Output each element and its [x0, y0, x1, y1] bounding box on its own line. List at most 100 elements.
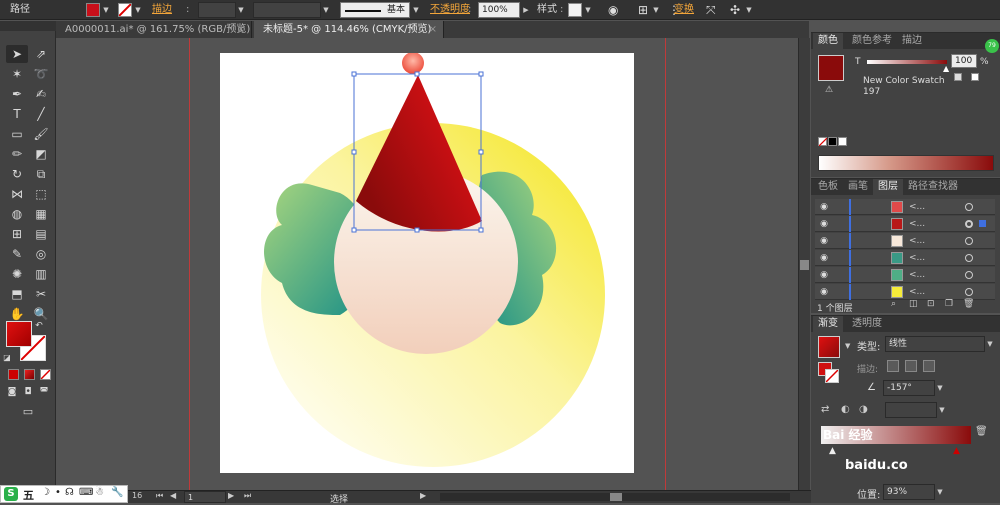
gradient-stop-right[interactable]: ▲ — [953, 446, 960, 456]
clipping-mask-icon[interactable]: ◫ — [909, 299, 918, 309]
tint-field[interactable]: 100 — [951, 54, 977, 68]
gradient-tool-icon[interactable]: ▤ — [30, 225, 52, 243]
location-field[interactable]: 93% — [883, 484, 935, 500]
new-layer-icon[interactable]: ❐ — [945, 299, 953, 309]
tab-document-1[interactable]: A0000011.ai* @ 161.75% (RGB/预览) × — [56, 21, 252, 38]
tab-gradient[interactable]: 渐变 — [813, 316, 843, 332]
tab-pathfinder[interactable]: 路径查找器 — [903, 179, 963, 195]
graphic-style-swatch[interactable] — [568, 3, 582, 17]
free-transform-tool-icon[interactable]: ⬚ — [30, 185, 52, 203]
brush-dropdown-icon[interactable]: ▼ — [411, 2, 421, 18]
delete-layer-icon[interactable]: 🗑 — [963, 299, 974, 309]
pen-tool-icon[interactable]: ✒ — [6, 85, 28, 103]
line-tool-icon[interactable]: ╱ — [30, 105, 52, 123]
variable-width-field[interactable] — [253, 2, 321, 18]
eyedropper-tool-icon[interactable]: ✎ — [6, 245, 28, 263]
next-page-icon[interactable]: ▶ — [228, 491, 234, 500]
symbol-sprayer-tool-icon[interactable]: ✺ — [6, 265, 28, 283]
color-mode-icon[interactable] — [8, 369, 19, 380]
delete-stop-icon[interactable]: 🗑 — [975, 426, 988, 437]
none-mode-icon[interactable] — [40, 369, 51, 380]
ime-skin-icon[interactable]: ☃ — [95, 487, 104, 498]
artboard-tool-icon[interactable]: ⬒ — [6, 285, 28, 303]
default-colors-icon[interactable]: ◪ — [2, 349, 12, 367]
aspect-field[interactable] — [885, 402, 937, 418]
recolor-icon[interactable]: ◉ — [608, 2, 618, 18]
blend-tool-icon[interactable]: ◎ — [30, 245, 52, 263]
isolate-icon[interactable]: ⤧ — [706, 2, 716, 18]
gradient-mode-icon[interactable] — [24, 369, 35, 380]
angle-dropdown-icon[interactable]: ▼ — [935, 380, 945, 396]
black-white-icon[interactable] — [971, 73, 979, 81]
graphic-style-dropdown-icon[interactable]: ▼ — [583, 2, 593, 18]
new-sublayer-icon[interactable]: ⊡ — [927, 299, 935, 309]
layer-row[interactable]: ◉ <... — [815, 216, 995, 232]
artwork[interactable] — [220, 53, 634, 473]
eraser-tool-icon[interactable]: ◩ — [30, 145, 52, 163]
gradient-preview[interactable] — [818, 336, 840, 358]
eye-icon[interactable]: ◉ — [818, 287, 830, 297]
tab-color[interactable]: 颜色 — [813, 33, 843, 49]
target-icon[interactable] — [965, 237, 973, 245]
stroke-dropdown-icon[interactable]: ▼ — [133, 2, 143, 18]
artboard-nav-field[interactable]: 1 — [184, 491, 226, 503]
tab-stroke[interactable]: 描边 — [897, 33, 927, 49]
fill-swatch[interactable] — [86, 3, 100, 17]
slice-tool-icon[interactable]: ✂ — [30, 285, 52, 303]
eye-icon[interactable]: ◉ — [818, 236, 830, 246]
stroke-weight-dropdown-icon[interactable]: ▼ — [236, 2, 246, 18]
color-swatch-large[interactable] — [818, 55, 844, 81]
arrange-dropdown-icon[interactable]: ▼ — [744, 2, 754, 18]
align-icon[interactable]: ⊞ — [638, 2, 648, 18]
arrange-icon[interactable]: ✣ — [730, 2, 740, 18]
vertical-scrollbar[interactable] — [798, 38, 810, 490]
horizontal-scrollbar[interactable] — [440, 493, 790, 501]
layer-row[interactable]: ◉ <... — [815, 199, 995, 215]
ime-keyboard-icon[interactable]: ⌨ — [79, 487, 93, 498]
gradient-type-select[interactable]: 线性 — [885, 336, 985, 352]
ime-voice-icon[interactable]: ☊ — [65, 487, 74, 498]
align-dropdown-icon[interactable]: ▼ — [651, 2, 661, 18]
tab-color-guide[interactable]: 颜色参考 — [847, 33, 897, 49]
artboard[interactable] — [220, 53, 634, 473]
direct-selection-tool-icon[interactable]: ⇗ — [30, 45, 52, 63]
brush-profile-field[interactable]: 基本 — [340, 2, 410, 18]
locate-object-icon[interactable]: ⌕ — [891, 299, 896, 309]
fill-box-front[interactable] — [6, 321, 32, 347]
layer-row[interactable]: ◉ <... — [815, 250, 995, 266]
magic-wand-tool-icon[interactable]: ✶ — [6, 65, 28, 83]
stroke-box-small[interactable] — [825, 369, 839, 383]
draw-behind-icon[interactable]: ◘ — [22, 383, 34, 401]
rotate-tool-icon[interactable]: ↻ — [6, 165, 28, 183]
tint-slider-thumb[interactable]: ▲ — [943, 64, 949, 73]
tint-slider[interactable] — [867, 60, 947, 64]
tab-layers[interactable]: 图层 — [873, 179, 903, 195]
scale-tool-icon[interactable]: ⧉ — [30, 165, 52, 183]
none-swatch-icon[interactable] — [954, 73, 962, 81]
scroll-thumb[interactable] — [800, 260, 809, 270]
tab-brushes[interactable]: 画笔 — [843, 179, 873, 195]
layer-row[interactable]: ◉ <... — [815, 284, 995, 300]
tab-swatches[interactable]: 色板 — [813, 179, 843, 195]
layer-row[interactable]: ◉ <... — [815, 233, 995, 249]
swap-icon[interactable]: ↶ — [32, 317, 46, 335]
eye-icon[interactable]: ◉ — [818, 253, 830, 263]
target-icon[interactable] — [965, 288, 973, 296]
gradient-stop-left[interactable]: ▲ — [829, 446, 836, 456]
close-icon[interactable]: × — [429, 21, 437, 38]
fill-dropdown-icon[interactable]: ▼ — [101, 2, 111, 18]
selection-tool-icon[interactable]: ➤ — [6, 45, 28, 63]
column-graph-tool-icon[interactable]: ▥ — [30, 265, 52, 283]
ime-tools-icon[interactable]: 🔧 — [111, 487, 123, 498]
stroke-label[interactable]: 描边 — [152, 2, 172, 18]
first-page-icon[interactable]: ⏮ — [156, 491, 163, 501]
width-tool-icon[interactable]: ⋈ — [6, 185, 28, 203]
ime-punct-icon[interactable]: ☽ — [41, 487, 50, 498]
out-of-gamut-icon[interactable]: ⚠ — [825, 85, 833, 95]
curvature-tool-icon[interactable]: ✍ — [30, 85, 52, 103]
ime-toolbar[interactable]: S 五 ☽ • ☊ ⌨ ☃ 🔧 — [0, 485, 128, 503]
aspect-icon[interactable]: ◐ — [841, 404, 850, 415]
eye-icon[interactable]: ◉ — [818, 219, 830, 229]
type-tool-icon[interactable]: T — [6, 105, 28, 123]
variable-width-dropdown-icon[interactable]: ▼ — [321, 2, 331, 18]
